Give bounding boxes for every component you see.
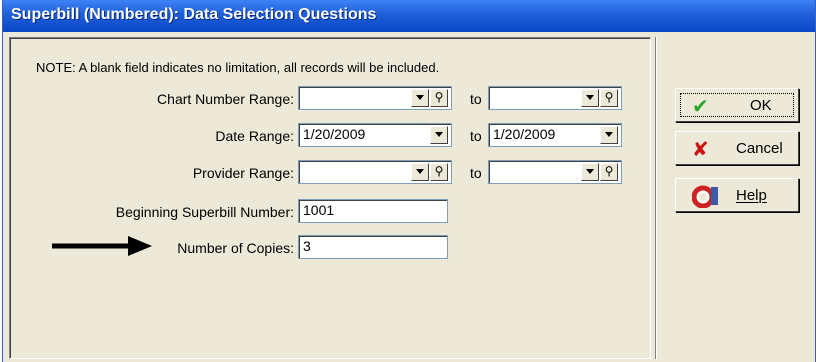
date-from-value: 1/20/2009 [303, 126, 366, 142]
date-from-field[interactable]: 1/20/2009 [298, 123, 452, 147]
provider-range-label: Provider Range: [192, 165, 294, 181]
magnifier-icon: ⚲ [434, 164, 444, 178]
magnifier-icon: ⚲ [604, 90, 614, 104]
chevron-down-icon [435, 132, 443, 137]
title-bar: Superbill (Numbered): Data Selection Que… [3, 0, 815, 32]
date-to-label: to [470, 128, 482, 144]
date-to-field[interactable]: 1/20/2009 [488, 123, 622, 147]
checkmark-icon: ✔ [692, 96, 709, 118]
provider-to-dropdown-button[interactable] [581, 163, 599, 181]
dialog-window: Superbill (Numbered): Data Selection Que… [2, 0, 816, 362]
window-title: Superbill (Numbered): Data Selection Que… [11, 6, 377, 23]
beginning-superbill-field[interactable]: 1001 [298, 199, 448, 223]
ok-button[interactable]: ✔ OK [675, 88, 799, 122]
magnifier-icon: ⚲ [434, 90, 444, 104]
x-icon: ✘ [692, 139, 709, 161]
date-to-dropdown-button[interactable] [600, 126, 618, 144]
chart-number-to-lookup-button[interactable]: ⚲ [600, 89, 618, 107]
provider-to-lookup-button[interactable]: ⚲ [600, 163, 618, 181]
provider-to-field[interactable]: ⚲ [488, 160, 622, 184]
chart-number-range-label: Chart Number Range: [157, 91, 294, 107]
date-to-value: 1/20/2009 [493, 126, 556, 142]
provider-to-label: to [470, 165, 482, 181]
number-of-copies-field[interactable]: 3 [298, 235, 448, 259]
chart-number-to-field[interactable]: ⚲ [488, 86, 622, 110]
chart-number-to-label: to [470, 91, 482, 107]
help-button[interactable]: Help [675, 178, 799, 212]
date-from-dropdown-button[interactable] [430, 126, 448, 144]
beginning-superbill-label: Beginning Superbill Number: [115, 204, 294, 220]
chevron-down-icon [416, 169, 424, 174]
provider-from-dropdown-button[interactable] [411, 163, 429, 181]
provider-from-lookup-button[interactable]: ⚲ [430, 163, 448, 181]
magnifier-icon: ⚲ [604, 164, 614, 178]
chevron-down-icon [586, 95, 594, 100]
cancel-button-label: Cancel [736, 140, 783, 157]
chevron-down-icon [605, 132, 613, 137]
chart-number-from-field[interactable]: ⚲ [298, 86, 452, 110]
note-text: NOTE: A blank field indicates no limitat… [36, 60, 440, 75]
number-of-copies-value: 3 [303, 238, 311, 254]
chevron-down-icon [416, 95, 424, 100]
selection-panel: NOTE: A blank field indicates no limitat… [9, 37, 651, 359]
cancel-button[interactable]: ✘ Cancel [675, 131, 799, 165]
dialog-body: NOTE: A blank field indicates no limitat… [3, 32, 815, 362]
help-button-label: Help [736, 187, 767, 204]
beginning-superbill-value: 1001 [303, 202, 335, 218]
chart-number-to-dropdown-button[interactable] [581, 89, 599, 107]
date-range-label: Date Range: [215, 128, 294, 144]
provider-from-field[interactable]: ⚲ [298, 160, 452, 184]
lifebuoy-help-icon [691, 184, 720, 214]
ok-button-label: OK [750, 97, 772, 114]
chevron-down-icon [586, 169, 594, 174]
panel-divider [655, 37, 657, 359]
number-of-copies-label: Number of Copies: [177, 240, 294, 256]
chart-number-from-lookup-button[interactable]: ⚲ [430, 89, 448, 107]
chart-number-from-dropdown-button[interactable] [411, 89, 429, 107]
